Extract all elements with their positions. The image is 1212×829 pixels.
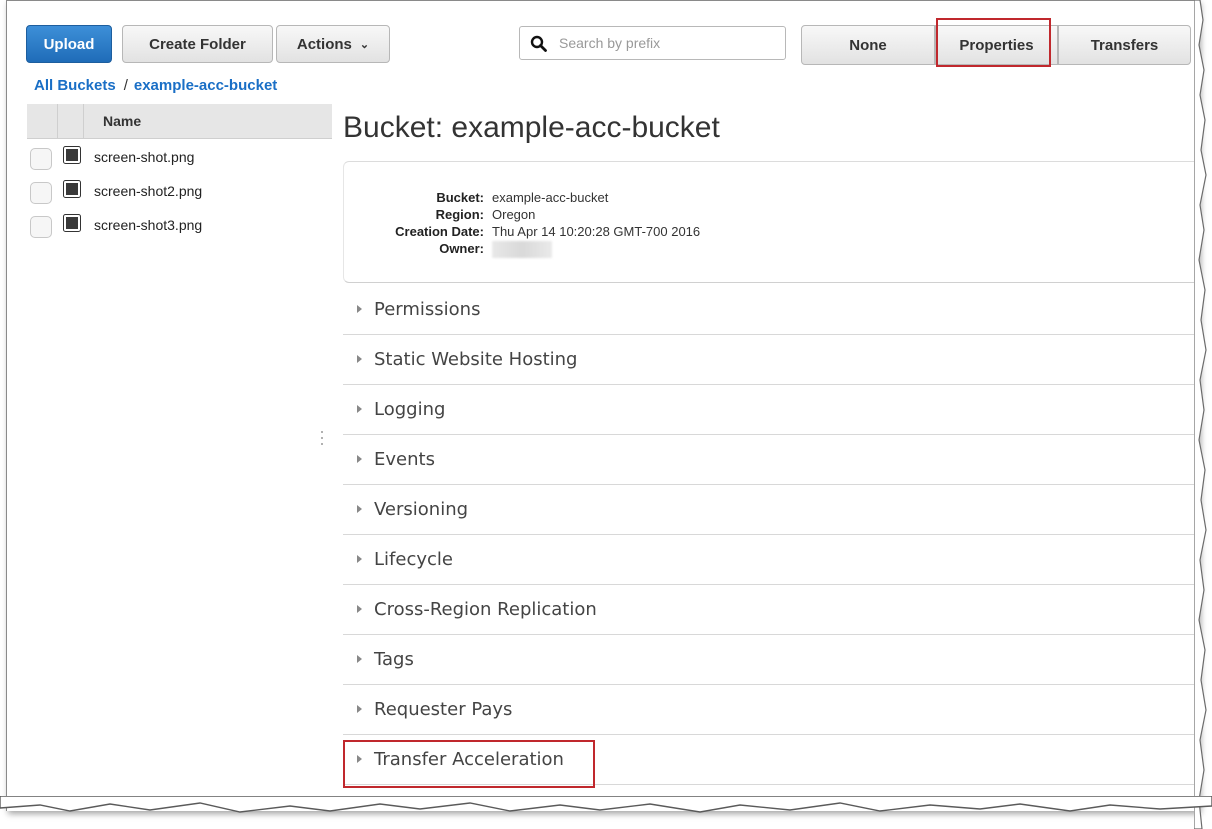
torn-edge-bottom bbox=[0, 796, 1212, 813]
section-requester-pays[interactable]: Requester Pays bbox=[343, 685, 1199, 735]
section-tags[interactable]: Tags bbox=[343, 635, 1199, 685]
file-row[interactable]: screen-shot3.png bbox=[27, 211, 332, 245]
expand-arrow-icon bbox=[357, 355, 362, 363]
section-label: Logging bbox=[374, 399, 446, 420]
region-label: Region: bbox=[435, 207, 484, 222]
owner-label: Owner: bbox=[439, 241, 484, 256]
expand-arrow-icon bbox=[357, 505, 362, 513]
region-value: Oregon bbox=[492, 207, 536, 222]
row-checkbox[interactable] bbox=[30, 182, 52, 204]
expand-arrow-icon bbox=[357, 305, 362, 313]
file-name[interactable]: screen-shot.png bbox=[94, 149, 194, 165]
file-row[interactable]: screen-shot.png bbox=[27, 143, 332, 177]
breadcrumb-separator: / bbox=[123, 77, 128, 94]
section-logging[interactable]: Logging bbox=[343, 385, 1199, 435]
section-lifecycle[interactable]: Lifecycle bbox=[343, 535, 1199, 585]
expand-arrow-icon bbox=[357, 455, 362, 463]
create-folder-button[interactable]: Create Folder bbox=[122, 25, 273, 63]
expand-arrow-icon bbox=[357, 405, 362, 413]
file-list-panel: Name screen-shot.png screen-shot2.png sc… bbox=[27, 104, 332, 245]
expand-arrow-icon bbox=[357, 705, 362, 713]
section-versioning[interactable]: Versioning bbox=[343, 485, 1199, 535]
search-icon bbox=[530, 35, 547, 52]
transfers-view-button[interactable]: Transfers bbox=[1058, 25, 1191, 65]
properties-sections: Permissions Static Website Hosting Loggi… bbox=[343, 285, 1199, 785]
none-view-button[interactable]: None bbox=[801, 25, 935, 65]
section-label: Events bbox=[374, 449, 435, 470]
properties-highlight-box bbox=[936, 18, 1051, 67]
section-label: Static Website Hosting bbox=[374, 349, 578, 370]
file-name[interactable]: screen-shot2.png bbox=[94, 183, 202, 199]
section-events[interactable]: Events bbox=[343, 435, 1199, 485]
torn-edge-right bbox=[1194, 0, 1207, 829]
section-cross-region-replication[interactable]: Cross-Region Replication bbox=[343, 585, 1199, 635]
page-title: Bucket: example-acc-bucket bbox=[343, 111, 720, 144]
file-icon bbox=[63, 180, 81, 198]
expand-arrow-icon bbox=[357, 605, 362, 613]
section-label: Versioning bbox=[374, 499, 469, 520]
bucket-value: example-acc-bucket bbox=[492, 190, 609, 205]
creation-date-label: Creation Date: bbox=[395, 224, 484, 239]
actions-label: Actions bbox=[296, 35, 352, 53]
breadcrumb-current-bucket-link[interactable]: example-acc-bucket bbox=[134, 77, 277, 94]
chevron-down-icon: ⌄ bbox=[359, 38, 370, 51]
section-label: Cross-Region Replication bbox=[374, 599, 597, 620]
upload-button[interactable]: Upload bbox=[26, 25, 112, 63]
expand-arrow-icon bbox=[357, 555, 362, 563]
select-column-header bbox=[27, 104, 58, 138]
transfer-acceleration-highlight-box bbox=[343, 740, 595, 788]
search-box[interactable] bbox=[519, 26, 786, 60]
section-label: Tags bbox=[374, 649, 414, 670]
section-label: Lifecycle bbox=[374, 549, 453, 570]
file-icon bbox=[63, 214, 81, 232]
row-checkbox[interactable] bbox=[30, 148, 52, 170]
file-icon bbox=[63, 146, 81, 164]
section-label: Requester Pays bbox=[374, 699, 513, 720]
owner-value-redacted bbox=[492, 241, 552, 258]
s3-console-window: Upload Create Folder Actions ⌄ None Prop… bbox=[6, 0, 1199, 811]
search-input[interactable] bbox=[557, 34, 761, 52]
breadcrumb: All Buckets / example-acc-bucket bbox=[34, 77, 277, 94]
section-label: Permissions bbox=[374, 299, 481, 320]
bucket-label: Bucket: bbox=[436, 190, 484, 205]
row-checkbox[interactable] bbox=[30, 216, 52, 238]
file-list-header: Name bbox=[27, 104, 332, 139]
file-name[interactable]: screen-shot3.png bbox=[94, 217, 202, 233]
expand-arrow-icon bbox=[357, 655, 362, 663]
actions-dropdown-button[interactable]: Actions ⌄ bbox=[276, 25, 390, 63]
bucket-details-box: Bucket: example-acc-bucket Region: Orego… bbox=[343, 161, 1199, 283]
name-column-header[interactable]: Name bbox=[103, 113, 141, 129]
section-static-website-hosting[interactable]: Static Website Hosting bbox=[343, 335, 1199, 385]
breadcrumb-all-buckets-link[interactable]: All Buckets bbox=[34, 77, 116, 94]
file-row[interactable]: screen-shot2.png bbox=[27, 177, 332, 211]
creation-date-value: Thu Apr 14 10:20:28 GMT-700 2016 bbox=[492, 224, 701, 239]
panel-resize-handle[interactable] bbox=[320, 429, 324, 449]
section-permissions[interactable]: Permissions bbox=[343, 285, 1199, 335]
type-column-header bbox=[57, 104, 84, 138]
